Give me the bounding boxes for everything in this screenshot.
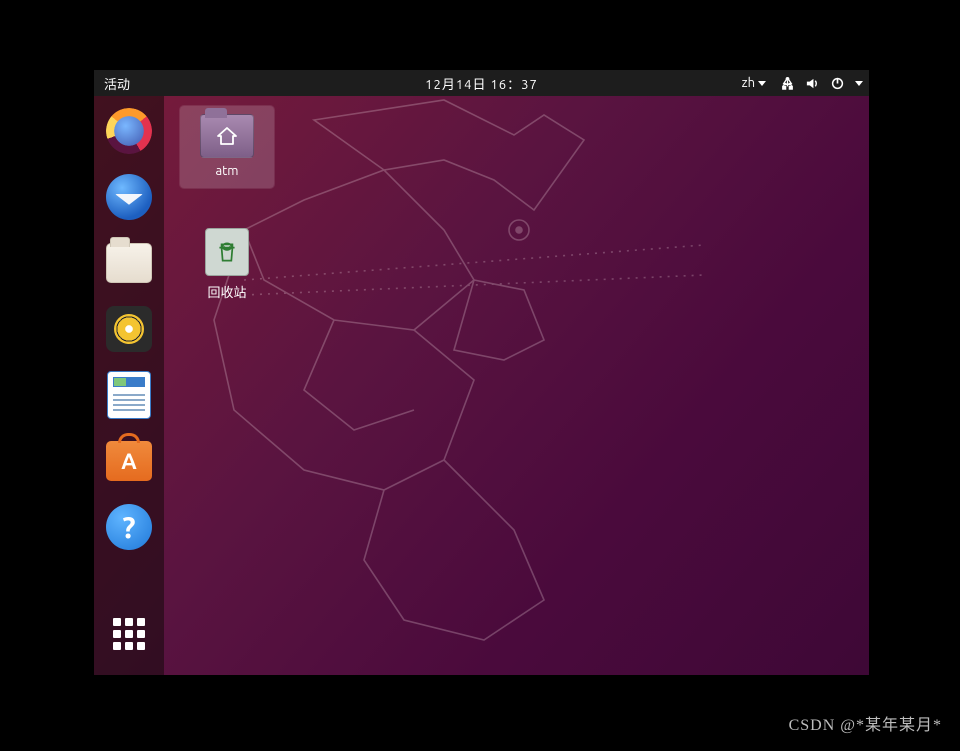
volume-icon [805,76,820,91]
desktop-trash[interactable]: 回收站 [180,220,274,311]
activities-button[interactable]: 活动 [104,74,130,93]
power-icon [830,76,845,91]
dock-files[interactable] [104,238,154,288]
dock-ubuntu-software[interactable]: A [104,436,154,486]
trash-icon [205,228,249,276]
rhythmbox-icon [106,306,152,352]
dock-rhythmbox[interactable] [104,304,154,354]
desktop-icon-label: 回收站 [207,282,246,301]
desktop-folder-atm[interactable]: atm [180,106,274,188]
home-icon [201,115,253,157]
ubuntu-desktop[interactable]: 活动 12月14日 16：37 zh [94,70,869,675]
show-applications-button[interactable] [104,609,154,659]
dock-libreoffice-writer[interactable] [104,370,154,420]
clock[interactable]: 12月14日 16：37 [425,78,538,92]
libreoffice-writer-icon [107,371,151,419]
system-status-area[interactable] [780,76,863,91]
top-bar: 活动 12月14日 16：37 zh [94,70,869,96]
dock: A ? [94,96,164,675]
dock-thunderbird[interactable] [104,172,154,222]
ime-label: zh [742,76,755,90]
input-method-indicator[interactable]: zh [742,76,766,90]
apps-grid-icon [113,618,145,650]
files-icon [106,243,152,283]
ubuntu-software-icon: A [106,441,152,481]
thunderbird-icon [106,174,152,220]
watermark: CSDN @*某年某月* [789,711,942,735]
dock-firefox[interactable] [104,106,154,156]
chevron-down-icon [758,81,766,86]
wallpaper-fossa [184,80,784,660]
desktop-icon-label: atm [215,164,238,178]
help-icon: ? [106,504,152,550]
network-icon [780,76,795,91]
firefox-icon [106,108,152,154]
chevron-down-icon [855,81,863,86]
folder-icon [200,114,254,158]
dock-help[interactable]: ? [104,502,154,552]
